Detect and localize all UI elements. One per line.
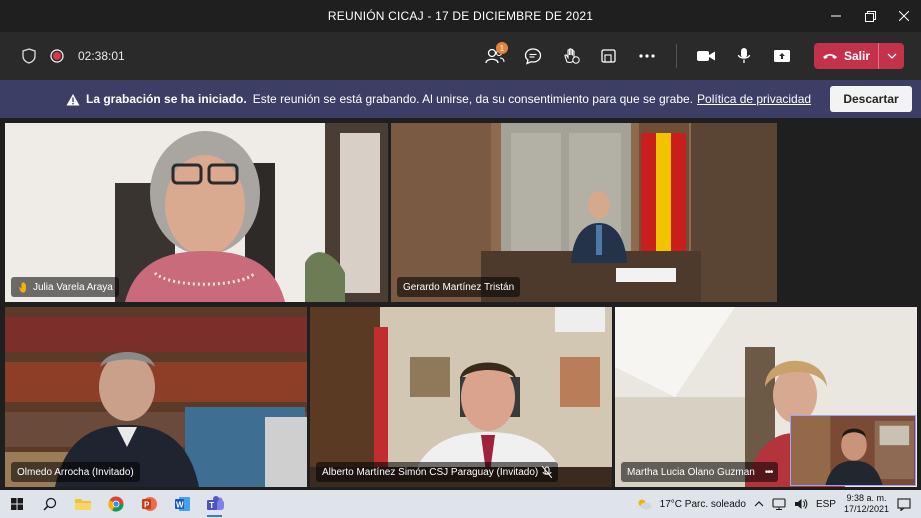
muted-microphone-icon [542, 466, 553, 478]
participants-badge: 1 [496, 42, 508, 54]
participant-name-tag: Gerardo Martínez Tristán [397, 277, 521, 297]
minimize-button[interactable] [819, 0, 853, 32]
hand-reaction-icon [564, 48, 580, 64]
recording-banner: La grabación se ha iniciado. Este reunió… [0, 80, 921, 118]
microphone-button[interactable] [725, 32, 763, 80]
share-screen-button[interactable] [763, 32, 801, 80]
start-button[interactable] [0, 490, 33, 518]
video-grid: Julia Varela Araya Gerardo Martínez Tris… [0, 118, 921, 490]
toolbar-separator [676, 44, 677, 68]
close-button[interactable] [887, 0, 921, 32]
more-icon [639, 54, 655, 58]
weather-sun-cloud-icon [638, 499, 652, 510]
chat-button[interactable] [514, 32, 552, 80]
participant-name-tag: Olmedo Arrocha (Invitado) [11, 462, 140, 482]
rooms-button[interactable] [590, 32, 628, 80]
taskbar-word[interactable]: W [165, 490, 198, 518]
banner-message: Este reunión se está grabando. Al unirse… [252, 92, 694, 106]
banner-heading: La grabación se ha iniciado. [86, 92, 247, 106]
teams-icon: T [206, 496, 224, 510]
video-tile-julia[interactable]: Julia Varela Araya [5, 123, 388, 302]
title-bar: REUNIÓN CICAJ - 17 DE DICIEMBRE DE 2021 [0, 0, 921, 32]
powerpoint-icon: P [141, 497, 157, 511]
minimize-icon [831, 15, 841, 17]
participant-name: Julia Varela Araya [33, 281, 113, 293]
leave-button[interactable]: Salir [814, 43, 904, 69]
meeting-timer: 02:38:01 [78, 49, 125, 63]
svg-text:P: P [144, 501, 150, 510]
notifications-icon[interactable] [897, 497, 911, 511]
input-language[interactable]: ESP [816, 499, 836, 510]
svg-text:W: W [176, 501, 184, 510]
svg-text:T: T [209, 501, 214, 510]
video-tile-martha[interactable]: Martha Lucia Olano Guzman ••• [615, 307, 917, 487]
video-tile-gerardo[interactable]: Gerardo Martínez Tristán [391, 123, 777, 302]
leave-label: Salir [843, 49, 870, 63]
windows-taskbar: P W T 17°C Parc. soleado ESP 9:38 a. m. … [0, 490, 921, 518]
weather-text[interactable]: 17°C Parc. soleado [660, 499, 746, 510]
microphone-icon [737, 48, 751, 63]
teams-meeting-window: REUNIÓN CICAJ - 17 DE DICIEMBRE DE 2021 … [0, 0, 921, 518]
more-actions-button[interactable] [628, 32, 666, 80]
leave-main-button[interactable]: Salir [814, 43, 878, 69]
raised-hand-icon [19, 282, 26, 293]
participant-name-tag: Martha Lucia Olano Guzman ••• [621, 462, 779, 482]
video-tile-alberto[interactable]: Alberto Martínez Simón CSJ Paraguay (Inv… [310, 307, 612, 487]
windows-logo-icon [10, 498, 23, 510]
taskbar-chrome[interactable] [99, 490, 132, 518]
reactions-button[interactable] [552, 32, 590, 80]
participant-name-tag: Julia Varela Araya [11, 277, 119, 297]
network-icon[interactable] [772, 498, 786, 510]
participant-name-tag: Alberto Martínez Simón CSJ Paraguay (Inv… [316, 462, 559, 482]
video-feed [391, 123, 777, 302]
video-feed [5, 307, 307, 487]
participant-name: Gerardo Martínez Tristán [403, 281, 515, 293]
system-tray: 17°C Parc. soleado ESP 9:38 a. m. 17/12/… [636, 490, 921, 518]
clock-date: 17/12/2021 [843, 504, 889, 514]
more-options-icon[interactable]: ••• [765, 467, 773, 478]
video-feed [310, 307, 612, 487]
search-icon [42, 497, 56, 511]
taskbar-clock[interactable]: 9:38 a. m. 17/12/2021 [844, 493, 889, 515]
participant-name: Alberto Martínez Simón CSJ Paraguay (Inv… [322, 466, 539, 478]
participants-button[interactable]: 1 [476, 32, 514, 80]
window-controls [819, 0, 921, 32]
word-icon: W [174, 497, 190, 511]
meeting-toolbar: 02:38:01 1 [0, 32, 921, 80]
hang-up-icon [822, 54, 837, 59]
chevron-down-icon [887, 53, 896, 59]
participant-name: Olmedo Arrocha (Invitado) [17, 466, 134, 478]
empty-grid-area [780, 123, 921, 302]
clock-time: 9:38 a. m. [846, 493, 887, 503]
dismiss-button[interactable]: Descartar [830, 86, 912, 112]
self-video-feed [791, 416, 915, 485]
breakout-rooms-icon [601, 49, 616, 63]
taskbar-file-explorer[interactable] [66, 490, 99, 518]
chrome-icon [107, 496, 124, 512]
video-tile-olmedo[interactable]: Olmedo Arrocha (Invitado) [5, 307, 307, 487]
shield-icon[interactable] [22, 48, 36, 64]
participant-name: Martha Lucia Olano Guzman [627, 466, 755, 478]
restore-icon [864, 10, 876, 22]
chat-icon [524, 48, 542, 65]
folder-icon [74, 499, 91, 510]
restore-button[interactable] [853, 0, 887, 32]
self-view[interactable] [790, 415, 916, 486]
camera-icon [697, 51, 715, 61]
share-screen-icon [774, 50, 790, 62]
speaker-icon[interactable] [794, 498, 808, 510]
video-feed [5, 123, 388, 302]
taskbar-powerpoint[interactable]: P [132, 490, 165, 518]
search-button[interactable] [33, 490, 66, 518]
recording-icon [50, 49, 64, 63]
chevron-up-icon[interactable] [754, 501, 764, 507]
taskbar-teams[interactable]: T [198, 490, 231, 518]
close-icon [899, 11, 909, 21]
privacy-policy-link[interactable]: Política de privacidad [697, 92, 811, 106]
camera-button[interactable] [687, 32, 725, 80]
warning-icon [66, 93, 80, 106]
meeting-title: REUNIÓN CICAJ - 17 DE DICIEMBRE DE 2021 [327, 9, 594, 23]
leave-options-dropdown[interactable] [878, 43, 904, 69]
